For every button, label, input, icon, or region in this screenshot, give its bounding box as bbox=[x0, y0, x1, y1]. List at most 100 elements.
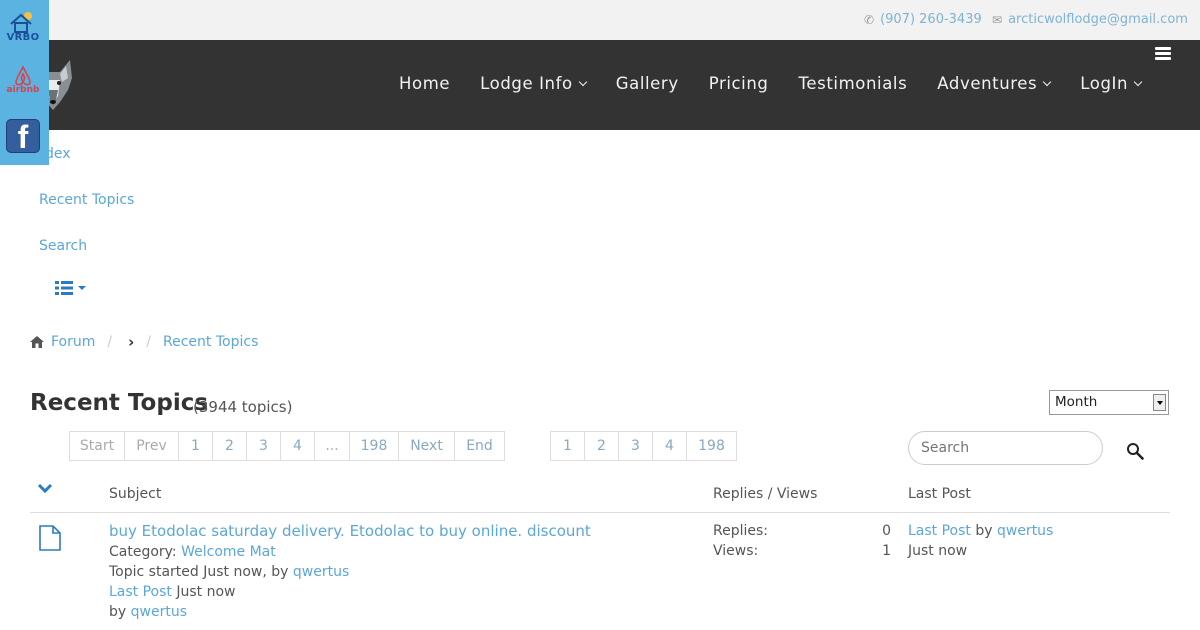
airbnb-icon bbox=[15, 65, 31, 86]
nav-gallery[interactable]: Gallery bbox=[601, 74, 694, 93]
nav-home[interactable]: Home bbox=[384, 74, 465, 93]
vrbo-house-icon bbox=[10, 11, 32, 33]
chevron-down-icon bbox=[1043, 77, 1052, 87]
nav-home-label: Home bbox=[399, 74, 451, 93]
email-address[interactable]: arcticwolflodge@gmail.com bbox=[1008, 12, 1188, 27]
time-filter-value: Month bbox=[1055, 394, 1098, 410]
main-navbar: Home Lodge Info Gallery Pricing Testimon… bbox=[0, 40, 1200, 130]
last-post-time: Just now bbox=[176, 584, 236, 600]
caret-down-icon bbox=[78, 286, 86, 290]
vrbo-label: VRBO bbox=[6, 31, 40, 43]
breadcrumb-separator: / bbox=[146, 334, 152, 350]
nav-adventures-label: Adventures bbox=[937, 74, 1038, 93]
last-post-link[interactable]: Last Post bbox=[908, 523, 971, 539]
page-ellipsis: ... bbox=[314, 431, 350, 461]
by-label: by bbox=[109, 604, 127, 620]
nav-gallery-label: Gallery bbox=[615, 74, 679, 93]
nav-testimonials[interactable]: Testimonials bbox=[784, 74, 923, 93]
breadcrumb-separator: / bbox=[107, 334, 113, 350]
header-last-post: Last Post bbox=[908, 486, 971, 502]
page-1[interactable]: 1 bbox=[550, 431, 585, 461]
page-prev[interactable]: Prev bbox=[124, 431, 179, 461]
facebook-icon: f bbox=[6, 119, 40, 153]
topic-started-text: Topic started Just now, by bbox=[109, 564, 289, 580]
email-contact[interactable]: ✉ arcticwolflodge@gmail.com bbox=[992, 12, 1188, 27]
chevron-down-icon bbox=[578, 77, 587, 87]
nav-lodge-info[interactable]: Lodge Info bbox=[465, 74, 601, 93]
page-3[interactable]: 3 bbox=[246, 431, 281, 461]
category-label: Category: bbox=[109, 544, 177, 560]
dropdown-arrow-icon[interactable] bbox=[1153, 394, 1166, 411]
nav-pricing-label: Pricing bbox=[708, 74, 769, 93]
pagination-secondary: 1 2 3 4 198 bbox=[550, 431, 737, 461]
facebook-link[interactable]: f bbox=[3, 116, 43, 156]
top-contact-bar: ✆ (907) 260-3439 ✉ arcticwolflodge@gmail… bbox=[0, 0, 1200, 40]
page-2[interactable]: 2 bbox=[584, 431, 619, 461]
last-post-time: Just now bbox=[908, 543, 968, 559]
phone-contact[interactable]: ✆ (907) 260-3439 bbox=[864, 12, 982, 27]
time-filter-select[interactable]: Month bbox=[1049, 390, 1169, 415]
envelope-icon: ✉ bbox=[992, 12, 1003, 27]
topic-subject-cell: buy Etodolac saturday delivery. Etodolac… bbox=[109, 521, 591, 622]
topic-last-post-cell: Last Post by qwertus Just now bbox=[908, 521, 1053, 561]
page-end[interactable]: End bbox=[454, 431, 505, 461]
nav-login-label: LogIn bbox=[1080, 74, 1129, 93]
page-4[interactable]: 4 bbox=[652, 431, 687, 461]
breadcrumb-recent-topics[interactable]: Recent Topics bbox=[163, 334, 258, 350]
topic-title-link[interactable]: buy Etodolac saturday delivery. Etodolac… bbox=[109, 522, 591, 540]
replies-label: Replies: bbox=[713, 523, 769, 539]
table-row: buy Etodolac saturday delivery. Etodolac… bbox=[30, 513, 1170, 630]
nav-login[interactable]: LogIn bbox=[1065, 74, 1156, 93]
collapse-toggle[interactable] bbox=[37, 482, 53, 498]
category-link[interactable]: Welcome Mat bbox=[181, 544, 276, 560]
airbnb-link[interactable]: airbnb bbox=[3, 60, 43, 100]
page-4[interactable]: 4 bbox=[280, 431, 315, 461]
search-input[interactable] bbox=[908, 431, 1103, 465]
search-icon[interactable] bbox=[1126, 442, 1144, 460]
page-start[interactable]: Start bbox=[69, 431, 125, 461]
list-menu-toggle[interactable] bbox=[55, 280, 86, 296]
nav-menu: Home Lodge Info Gallery Pricing Testimon… bbox=[384, 74, 1156, 93]
forum-menu-recent-topics[interactable]: Recent Topics bbox=[39, 192, 134, 208]
by-label: by bbox=[975, 523, 993, 539]
chevron-down-icon bbox=[1133, 77, 1143, 87]
breadcrumb-forum[interactable]: Forum bbox=[51, 334, 95, 350]
nav-testimonials-label: Testimonials bbox=[798, 74, 908, 93]
phone-number[interactable]: (907) 260-3439 bbox=[880, 12, 982, 27]
topic-count: (3944 topics) bbox=[193, 398, 293, 416]
nav-pricing[interactable]: Pricing bbox=[694, 74, 784, 93]
home-icon bbox=[30, 336, 44, 348]
forum-menu-search[interactable]: Search bbox=[39, 238, 87, 254]
nav-adventures[interactable]: Adventures bbox=[922, 74, 1065, 93]
airbnb-label: airbnb bbox=[6, 85, 40, 95]
page-1[interactable]: 1 bbox=[178, 431, 213, 461]
replies-count: 0 bbox=[882, 523, 891, 539]
hamburger-menu-icon[interactable] bbox=[1155, 47, 1171, 60]
chevron-right-icon[interactable]: › bbox=[128, 333, 134, 351]
page-198[interactable]: 198 bbox=[349, 431, 399, 461]
phone-icon: ✆ bbox=[864, 12, 875, 27]
chevron-down-icon bbox=[37, 483, 53, 494]
nav-lodge-info-label: Lodge Info bbox=[480, 74, 573, 93]
pagination-primary: Start Prev 1 2 3 4 ... 198 Next End bbox=[69, 431, 505, 461]
page-198[interactable]: 198 bbox=[686, 431, 737, 461]
social-sidebar: VRBO airbnb f bbox=[0, 0, 49, 165]
document-icon bbox=[39, 525, 61, 551]
topic-stats-cell: Replies: 0 Views: 1 bbox=[713, 521, 891, 561]
list-icon bbox=[55, 281, 73, 295]
header-subject: Subject bbox=[109, 486, 162, 502]
topic-author-link[interactable]: qwertus bbox=[293, 564, 349, 580]
page-next[interactable]: Next bbox=[398, 431, 455, 461]
topics-table-header: Subject Replies / Views Last Post bbox=[30, 476, 1170, 513]
breadcrumb: Forum / › / Recent Topics bbox=[30, 333, 258, 351]
last-post-author-link[interactable]: qwertus bbox=[131, 604, 187, 620]
page-3[interactable]: 3 bbox=[618, 431, 653, 461]
vrbo-link[interactable]: VRBO bbox=[3, 6, 43, 46]
page-title: Recent Topics bbox=[30, 390, 209, 416]
page-2[interactable]: 2 bbox=[212, 431, 247, 461]
last-post-link[interactable]: Last Post bbox=[109, 584, 172, 600]
last-post-author-link[interactable]: qwertus bbox=[997, 523, 1053, 539]
views-count: 1 bbox=[882, 543, 891, 559]
views-label: Views: bbox=[713, 543, 759, 559]
header-replies-views: Replies / Views bbox=[713, 486, 818, 502]
